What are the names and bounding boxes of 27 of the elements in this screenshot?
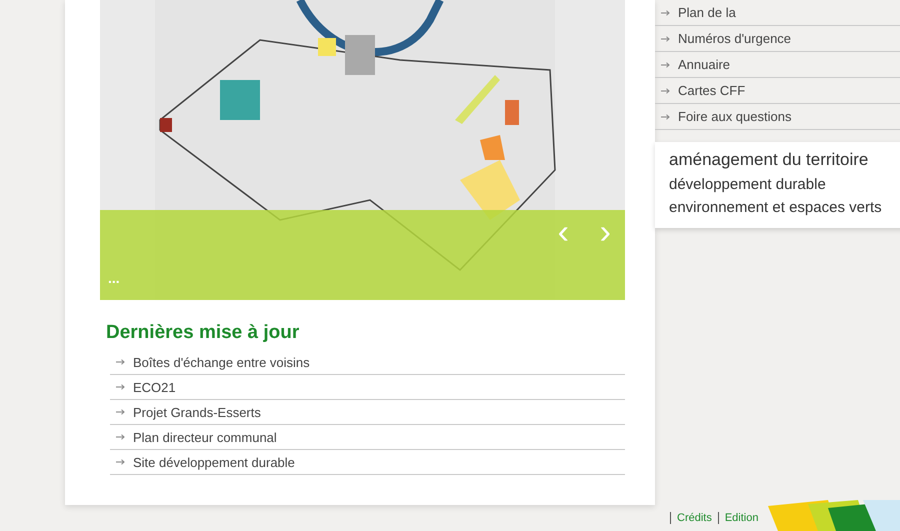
arrow-icon bbox=[661, 10, 670, 16]
arrow-icon bbox=[116, 459, 125, 465]
arrow-icon bbox=[116, 409, 125, 415]
update-link[interactable]: Site développement durable bbox=[133, 454, 295, 470]
update-link[interactable]: Boîtes d'échange entre voisins bbox=[133, 354, 310, 370]
slide-caption: ... bbox=[108, 270, 120, 286]
arrow-icon bbox=[116, 434, 125, 440]
menu-link[interactable]: Plan de la bbox=[678, 5, 736, 20]
menu-link[interactable]: Cartes CFF bbox=[678, 83, 746, 98]
menu-link[interactable]: Numéros d'urgence bbox=[678, 31, 792, 46]
section-heading: Dernières mise à jour bbox=[106, 322, 300, 344]
update-link[interactable]: Plan directeur communal bbox=[133, 430, 277, 444]
tag-link[interactable]: environnement et espaces verts bbox=[669, 199, 895, 216]
tag-link[interactable]: aménagement du territoire bbox=[669, 150, 895, 170]
footer-link[interactable]: Crédits bbox=[670, 512, 712, 524]
menu-link[interactable]: Annuaire bbox=[678, 57, 730, 72]
arrow-icon bbox=[661, 88, 670, 94]
footer-link[interactable]: Edition bbox=[718, 512, 758, 524]
arrow-icon bbox=[116, 384, 125, 390]
menu-link[interactable]: Foire aux questions bbox=[678, 109, 792, 124]
arrow-icon bbox=[661, 36, 670, 42]
tag-link[interactable]: développement durable bbox=[669, 176, 895, 193]
arrow-icon bbox=[116, 359, 125, 365]
arrow-icon bbox=[661, 114, 670, 120]
update-link[interactable]: Projet Grands-Esserts bbox=[133, 404, 261, 420]
update-link[interactable]: ECO21 bbox=[133, 380, 176, 394]
arrow-icon bbox=[661, 62, 670, 68]
